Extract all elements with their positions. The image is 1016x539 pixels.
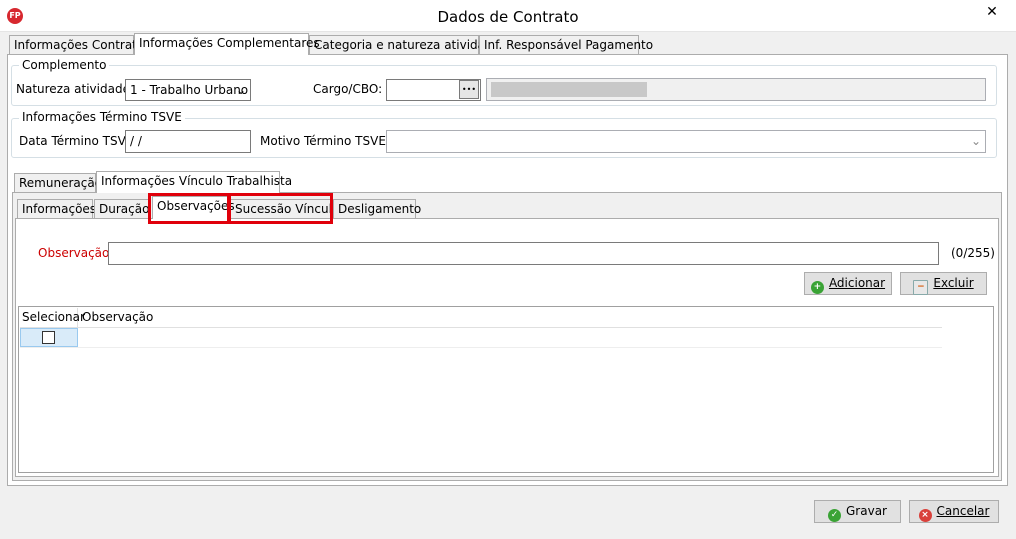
close-button[interactable]: ✕ (972, 2, 1012, 24)
tab-inf-responsavel-pagamento[interactable]: Inf. Responsável Pagamento (479, 35, 653, 55)
tab-remuneracao[interactable]: Remuneração (14, 173, 102, 193)
observacao-counter: (0/255) (951, 246, 995, 260)
data-termino-input[interactable]: / / (125, 130, 251, 153)
natureza-select[interactable]: 1 - Trabalho Urbano ⌄ (125, 79, 251, 101)
cargo-label: Cargo/CBO: (313, 82, 383, 96)
cargo-lookup-button[interactable]: ••• (459, 80, 479, 99)
adicionar-label: Adicionar (828, 276, 886, 290)
table-row[interactable] (20, 328, 942, 348)
natureza-label: Natureza atividade: (16, 82, 135, 96)
title-bar: FP Dados de Contrato ✕ (0, 0, 1016, 32)
tab-categoria-natureza[interactable]: Categoria e natureza atividade (309, 35, 500, 55)
cancelar-button[interactable]: × Cancelar (909, 500, 999, 523)
cargo-description-field (486, 78, 986, 101)
delete-document-icon: − (913, 280, 929, 295)
tab-informacoes[interactable]: Informações (17, 199, 96, 219)
motivo-termino-select[interactable]: ⌄ (386, 130, 986, 153)
tab-sucessao-vinculo[interactable]: Sucessão Vínculo (230, 199, 339, 219)
gravar-button[interactable]: ✓ Gravar (814, 500, 901, 523)
cancelar-label: Cancelar (936, 504, 990, 518)
cancel-icon: × (918, 509, 932, 522)
complemento-legend: Complemento (19, 58, 110, 72)
add-icon: + (810, 281, 824, 294)
column-observacao[interactable]: Observação (82, 308, 153, 327)
tab-informacoes-vinculo[interactable]: Informações Vínculo Trabalhista (96, 171, 292, 193)
window-title: Dados de Contrato (437, 8, 579, 26)
tab-informacoes-contrato[interactable]: Informações Contrato (9, 35, 144, 55)
tab-duracao[interactable]: Duração (94, 199, 150, 219)
motivo-termino-label: Motivo Término TSVE: (260, 134, 390, 148)
observacao-label: Observação: (38, 246, 114, 260)
select-checkbox[interactable] (42, 331, 55, 344)
select-cell[interactable] (20, 328, 78, 347)
grid-header: Selecionar Observação (20, 308, 942, 328)
tab-observacoes[interactable]: Observações (152, 196, 235, 219)
termino-legend: Informações Término TSVE (19, 110, 185, 124)
cargo-description-value (491, 82, 647, 97)
data-termino-label: Data Término TSVE: (19, 134, 138, 148)
observacao-input[interactable] (108, 242, 939, 265)
observacoes-grid[interactable]: Selecionar Observação (18, 306, 994, 473)
natureza-value: 1 - Trabalho Urbano (130, 83, 249, 97)
gravar-label: Gravar (846, 504, 887, 518)
adicionar-button[interactable]: + Adicionar (804, 272, 892, 295)
excluir-button[interactable]: − Excluir (900, 272, 987, 295)
check-icon: ✓ (828, 509, 841, 522)
excluir-label: Excluir (933, 276, 974, 290)
tab-desligamento[interactable]: Desligamento (333, 199, 421, 219)
column-selecionar[interactable]: Selecionar (20, 308, 85, 327)
tab-informacoes-complementares[interactable]: Informações Complementares (134, 33, 320, 55)
chevron-down-icon: ⌄ (235, 83, 246, 97)
chevron-down-icon: ⌄ (970, 134, 981, 148)
